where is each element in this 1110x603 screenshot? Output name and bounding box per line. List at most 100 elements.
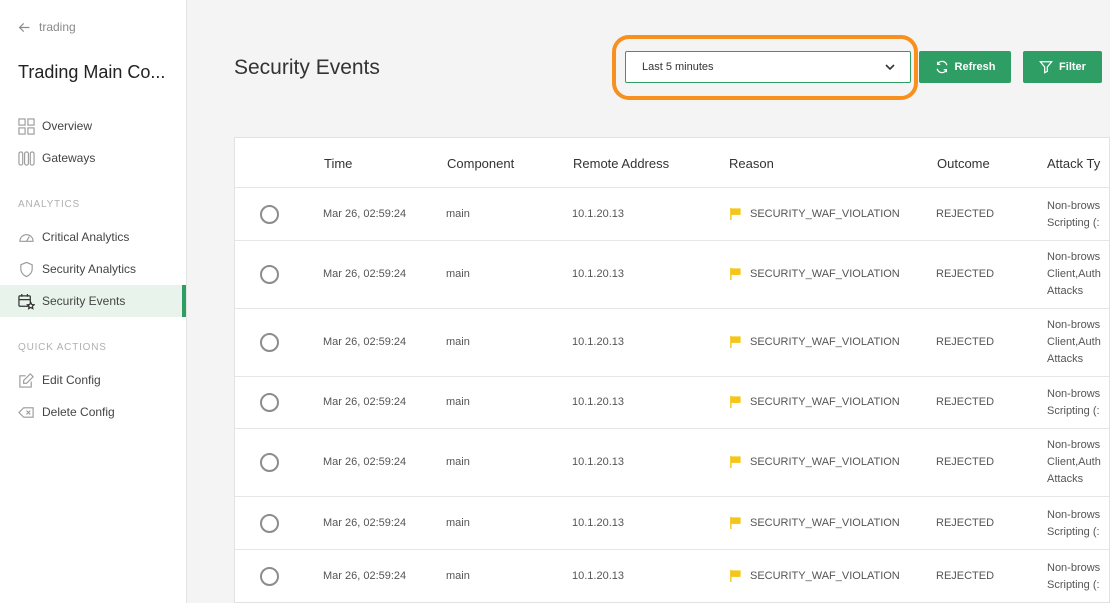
cell-outcome: REJECTED xyxy=(936,456,995,468)
back-link-label: trading xyxy=(39,20,76,34)
delete-icon xyxy=(18,406,34,418)
chevron-down-icon xyxy=(885,64,895,71)
cell-remote-address: 10.1.20.13 xyxy=(572,517,624,529)
cell-time: Mar 26, 02:59:24 xyxy=(323,517,407,529)
flag-icon xyxy=(730,335,741,348)
column-header-time[interactable]: Time xyxy=(324,156,352,171)
cell-attack-type-line: Attacks xyxy=(1047,285,1084,297)
cell-outcome: REJECTED xyxy=(936,570,995,582)
arrow-left-icon xyxy=(18,22,30,32)
sidebar-item-label: Gateways xyxy=(42,151,96,165)
table-row[interactable]: Mar 26, 02:59:24 main 10.1.20.13 SECURITY_W… xyxy=(235,550,1109,602)
cell-attack-type-line: Client,Auth xyxy=(1047,268,1101,280)
cell-reason: SECURITY_WAF_VIOLATION xyxy=(729,207,900,220)
cell-remote-address: 10.1.20.13 xyxy=(572,336,624,348)
cell-attack-type-line: Scripting (: xyxy=(1047,217,1100,229)
shield-icon xyxy=(20,261,33,277)
row-select-radio[interactable] xyxy=(260,205,279,224)
cell-component: main xyxy=(446,570,470,582)
cell-remote-address: 10.1.20.13 xyxy=(572,570,624,582)
table-row[interactable]: Mar 26, 02:59:24 main 10.1.20.13 SECURITY_W… xyxy=(235,309,1109,377)
table-row[interactable]: Mar 26, 02:59:24 main 10.1.20.13 SECURITY_W… xyxy=(235,497,1109,550)
column-header-component[interactable]: Component xyxy=(447,156,514,171)
sidebar-item-critical-analytics[interactable]: Critical Analytics xyxy=(0,221,186,253)
filter-button[interactable]: Filter xyxy=(1023,51,1102,83)
refresh-button[interactable]: Refresh xyxy=(919,51,1011,83)
column-header-outcome[interactable]: Outcome xyxy=(937,156,990,171)
sidebar-item-label: Critical Analytics xyxy=(42,230,130,244)
cell-remote-address: 10.1.20.13 xyxy=(572,208,624,220)
cell-component: main xyxy=(446,396,470,408)
back-link[interactable]: trading xyxy=(18,20,76,34)
column-header-remote-address[interactable]: Remote Address xyxy=(573,156,669,171)
table-row[interactable]: Mar 26, 02:59:24 main 10.1.20.13 SECURITY_W… xyxy=(235,429,1109,497)
cell-time: Mar 26, 02:59:24 xyxy=(323,456,407,468)
refresh-label: Refresh xyxy=(954,61,996,73)
section-label-quick-actions: QUICK ACTIONS xyxy=(18,342,107,353)
cell-attack-type: Non-brows Client,Auth Attacks xyxy=(1047,317,1101,368)
cell-reason-text: SECURITY_WAF_VIOLATION xyxy=(750,335,900,348)
sidebar-item-overview[interactable]: Overview xyxy=(0,110,186,142)
cell-reason-text: SECURITY_WAF_VIOLATION xyxy=(750,207,900,220)
table-row[interactable]: Mar 26, 02:59:24 main 10.1.20.13 SECURITY_W… xyxy=(235,241,1109,309)
row-select-radio[interactable] xyxy=(260,393,279,412)
cell-attack-type-line: Non-brows xyxy=(1047,562,1101,574)
row-select-radio[interactable] xyxy=(260,453,279,472)
row-select-radio[interactable] xyxy=(260,514,279,533)
column-header-reason[interactable]: Reason xyxy=(729,156,774,171)
table-row[interactable]: Mar 26, 02:59:24 main 10.1.20.13 SECURITY_W… xyxy=(235,188,1109,241)
cell-remote-address: 10.1.20.13 xyxy=(572,396,624,408)
sidebar-item-label: Security Events xyxy=(42,294,126,308)
cell-attack-type-line: Non-brows xyxy=(1047,388,1101,400)
edit-icon xyxy=(19,372,34,388)
cell-reason: SECURITY_WAF_VIOLATION xyxy=(729,455,900,468)
cell-attack-type-line: Attacks xyxy=(1047,473,1084,485)
cell-outcome: REJECTED xyxy=(936,208,995,220)
flag-icon xyxy=(730,207,741,220)
sidebar-item-gateways[interactable]: Gateways xyxy=(0,142,186,174)
row-select-radio[interactable] xyxy=(260,265,279,284)
gateways-icon xyxy=(18,150,35,166)
sidebar: trading Trading Main Co... Overview Gate… xyxy=(0,0,187,603)
sidebar-item-label: Edit Config xyxy=(42,373,101,387)
cell-attack-type-line: Non-brows xyxy=(1047,251,1101,263)
sidebar-item-edit-config[interactable]: Edit Config xyxy=(0,364,186,396)
grid-icon xyxy=(18,117,35,135)
row-select-radio[interactable] xyxy=(260,333,279,352)
sidebar-item-delete-config[interactable]: Delete Config xyxy=(0,396,186,428)
cell-time: Mar 26, 02:59:24 xyxy=(323,336,407,348)
time-range-value: Last 5 minutes xyxy=(642,61,714,73)
cell-outcome: REJECTED xyxy=(936,268,995,280)
app-title: Trading Main Co... xyxy=(18,62,166,82)
column-header-attack-type[interactable]: Attack Ty xyxy=(1047,156,1100,171)
table-row[interactable]: Mar 26, 02:59:24 main 10.1.20.13 SECURITY_W… xyxy=(235,377,1109,429)
section-label-analytics: ANALYTICS xyxy=(18,199,81,210)
cell-attack-type-line: Non-brows xyxy=(1047,509,1101,521)
cell-reason: SECURITY_WAF_VIOLATION xyxy=(729,267,900,280)
cell-attack-type-line: Scripting (: xyxy=(1047,579,1100,591)
refresh-icon xyxy=(936,60,947,74)
sidebar-item-security-events[interactable]: Security Events xyxy=(0,285,186,317)
time-range-select[interactable]: Last 5 minutes xyxy=(625,51,911,83)
cell-attack-type: Non-brows Client,Auth Attacks xyxy=(1047,249,1101,300)
sidebar-item-security-analytics[interactable]: Security Analytics xyxy=(0,253,186,285)
flag-icon xyxy=(730,455,741,468)
sidebar-item-label: Overview xyxy=(42,119,93,133)
flag-icon xyxy=(730,395,741,408)
cell-attack-type-line: Attacks xyxy=(1047,353,1084,365)
row-select-radio[interactable] xyxy=(260,567,279,586)
cell-reason: SECURITY_WAF_VIOLATION xyxy=(729,516,900,529)
cell-reason-text: SECURITY_WAF_VIOLATION xyxy=(750,395,900,408)
cell-attack-type-line: Client,Auth xyxy=(1047,336,1101,348)
flag-icon xyxy=(730,569,741,582)
cell-time: Mar 26, 02:59:24 xyxy=(323,208,407,220)
cell-component: main xyxy=(446,268,470,280)
cell-attack-type-line: Non-brows xyxy=(1047,200,1101,212)
cell-attack-type-line: Client,Auth xyxy=(1047,456,1101,468)
cell-outcome: REJECTED xyxy=(936,517,995,529)
flag-icon xyxy=(730,516,741,529)
cell-outcome: REJECTED xyxy=(936,396,995,408)
cell-component: main xyxy=(446,456,470,468)
cell-remote-address: 10.1.20.13 xyxy=(572,268,624,280)
cell-reason: SECURITY_WAF_VIOLATION xyxy=(729,395,900,408)
